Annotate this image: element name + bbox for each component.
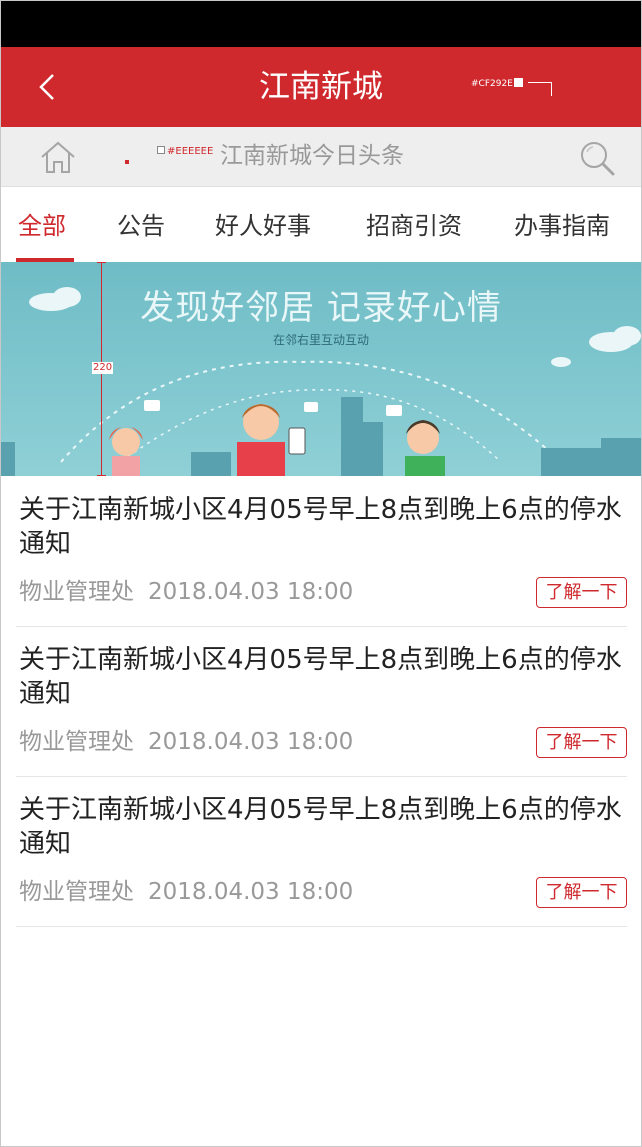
news-date: 2018.04.03 18:00 bbox=[148, 729, 354, 755]
measure-cap-bottom bbox=[97, 475, 106, 476]
news-meta: 物业管理处 2018.04.03 18:00 bbox=[19, 727, 353, 757]
news-title: 关于江南新城小区4月05号早上8点到晚上6点的停水通知 bbox=[19, 645, 622, 709]
tab-all[interactable]: 全部 bbox=[18, 210, 66, 242]
learn-more-button[interactable]: 了解一下 bbox=[536, 877, 627, 908]
learn-more-button[interactable]: 了解一下 bbox=[536, 577, 627, 608]
title-bar: 江南新城 #CF292E bbox=[1, 47, 641, 127]
learn-more-button[interactable]: 了解一下 bbox=[536, 727, 627, 758]
annotation-dot bbox=[125, 160, 129, 164]
search-icon bbox=[581, 142, 615, 176]
news-item[interactable]: 关于江南新城小区4月05号早上8点到晚上6点的停水通知 物业管理处 2018.04… bbox=[16, 627, 627, 777]
color-annotation: #EEEEEE bbox=[157, 146, 213, 158]
headline-label[interactable]: 江南新城今日头条 bbox=[220, 141, 404, 171]
news-title: 关于江南新城小区4月05号早上8点到晚上6点的停水通知 bbox=[19, 795, 622, 859]
news-date: 2018.04.03 18:00 bbox=[148, 579, 354, 605]
tab-investment[interactable]: 招商引资 bbox=[366, 210, 462, 242]
banner-subtitle: 在邻右里互动互动 bbox=[272, 333, 369, 347]
tab-good-deeds[interactable]: 好人好事 bbox=[215, 210, 311, 242]
status-bar bbox=[1, 1, 641, 47]
news-meta: 物业管理处 2018.04.03 18:00 bbox=[19, 877, 353, 907]
news-source: 物业管理处 bbox=[19, 879, 134, 905]
news-date: 2018.04.03 18:00 bbox=[148, 879, 354, 905]
category-tabs: 全部 公告 好人好事 招商引资 办事指南 bbox=[1, 188, 641, 262]
tab-announcements[interactable]: 公告 bbox=[117, 210, 165, 242]
news-item[interactable]: 关于江南新城小区4月05号早上8点到晚上6点的停水通知 物业管理处 2018.04… bbox=[16, 477, 627, 627]
search-bar: #EEEEEE 江南新城今日头条 bbox=[1, 127, 641, 187]
tab-service-guide[interactable]: 办事指南 bbox=[514, 210, 610, 242]
home-icon bbox=[41, 141, 75, 173]
search-button[interactable] bbox=[577, 138, 617, 178]
news-title: 关于江南新城小区4月05号早上8点到晚上6点的停水通知 bbox=[19, 495, 622, 559]
banner-headline: 发现好邻居 记录好心情 bbox=[140, 288, 502, 328]
news-meta: 物业管理处 2018.04.03 18:00 bbox=[19, 577, 353, 607]
height-measure-label: 220 bbox=[92, 362, 114, 374]
home-button[interactable] bbox=[39, 139, 77, 175]
measure-cap-top bbox=[97, 262, 106, 263]
annotation-leader bbox=[528, 82, 552, 96]
color-annotation: #CF292E bbox=[471, 78, 523, 89]
news-source: 物业管理处 bbox=[19, 579, 134, 605]
news-item[interactable]: 关于江南新城小区4月05号早上8点到晚上6点的停水通知 物业管理处 2018.04… bbox=[16, 777, 627, 927]
news-source: 物业管理处 bbox=[19, 729, 134, 755]
